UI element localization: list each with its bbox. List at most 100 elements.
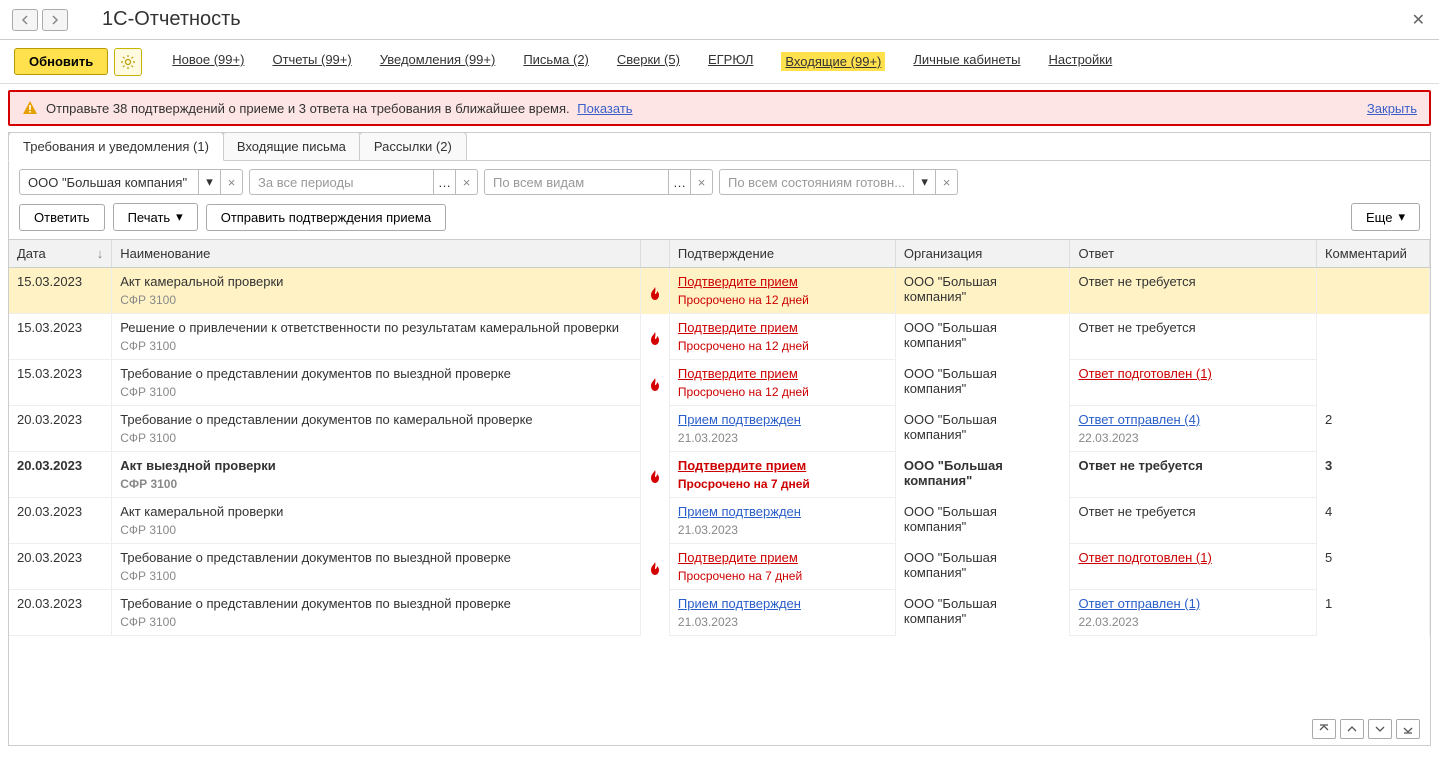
confirmation-link[interactable]: Прием подтвержден [678,596,801,611]
toolbar-link-0[interactable]: Новое (99+) [172,52,244,71]
cell-date: 20.03.2023 [9,498,112,522]
state-filter[interactable]: По всем состояниям готовн... [719,169,914,195]
table-row-sub[interactable]: СФР 3100Просрочено на 12 дней [9,383,1430,406]
answer-link[interactable]: Ответ подготовлен (1) [1078,550,1211,565]
cell-date: 20.03.2023 [9,590,112,614]
cell-overdue [641,498,670,544]
reply-button[interactable]: Ответить [19,204,105,231]
table-row[interactable]: 20.03.2023Требование о представлении док… [9,544,1430,568]
col-com-header[interactable]: Комментарий [1316,240,1429,268]
cell-overdue [641,314,670,360]
org-filter-dropdown[interactable]: ▾ [199,169,221,195]
col-flame-header[interactable] [641,240,670,268]
col-org-header[interactable]: Организация [895,240,1070,268]
nav-back-button[interactable] [12,9,38,31]
toolbar-link-8[interactable]: Настройки [1049,52,1113,71]
table-row-sub[interactable]: СФР 3100Просрочено на 7 дней [9,475,1430,498]
toolbar-link-5[interactable]: ЕГРЮЛ [708,52,753,71]
cell-overdue [641,360,670,406]
cell-ans: Ответ отправлен (4) [1070,406,1317,430]
alert-close-link[interactable]: Закрыть [1367,101,1417,116]
tab-2[interactable]: Рассылки (2) [359,132,467,160]
nav-forward-button[interactable] [42,9,68,31]
cell-date: 20.03.2023 [9,452,112,476]
table-row[interactable]: 15.03.2023Акт камеральной проверкиПодтве… [9,268,1430,292]
more-button[interactable]: Еще▾ [1351,203,1420,231]
answer-link[interactable]: Ответ отправлен (1) [1078,596,1200,611]
cell-conf: Прием подтвержден [669,406,895,430]
table-row-sub[interactable]: СФР 3100Просрочено на 12 дней [9,291,1430,314]
tab-0[interactable]: Требования и уведомления (1) [8,132,224,161]
cell-overdue [641,268,670,314]
refresh-button[interactable]: Обновить [14,48,108,75]
confirmation-link[interactable]: Подтвердите прием [678,550,798,565]
table-row[interactable]: 20.03.2023Акт выездной проверки Подтверди… [9,452,1430,476]
cell-conf: Подтвердите прием [669,268,895,292]
org-filter[interactable]: ООО "Большая компания" [19,169,199,195]
cell-ans-sub [1070,337,1317,360]
toolbar-link-1[interactable]: Отчеты (99+) [272,52,351,71]
type-filter-clear[interactable]: × [691,169,713,195]
cell-conf: Подтвердите прием [669,544,895,568]
table-row-sub[interactable]: СФР 3100Просрочено на 12 дней [9,337,1430,360]
toolbar-link-4[interactable]: Сверки (5) [617,52,680,71]
table-row[interactable]: 20.03.2023Требование о представлении док… [9,590,1430,614]
toolbar-link-3[interactable]: Письма (2) [523,52,589,71]
answer-link[interactable]: Ответ отправлен (4) [1078,412,1200,427]
answer-link[interactable]: Ответ подготовлен (1) [1078,366,1211,381]
table-row-sub[interactable]: СФР 310021.03.202322.03.2023 [9,613,1430,636]
period-filter-clear[interactable]: × [456,169,478,195]
period-filter-dropdown[interactable]: … [434,169,456,195]
cell-ans-sub [1070,567,1317,590]
confirmation-link[interactable]: Подтвердите прием [678,366,798,381]
settings-gear-button[interactable] [114,48,142,76]
state-filter-dropdown[interactable]: ▾ [914,169,936,195]
confirmation-link[interactable]: Подтвердите прием [678,458,806,473]
cell-overdue [641,590,670,636]
col-date-header[interactable]: Дата↓ [9,240,112,268]
cell-sub: СФР 3100 [112,429,641,452]
scroll-bottom-button[interactable] [1396,719,1420,739]
confirmation-link[interactable]: Прием подтвержден [678,412,801,427]
scroll-up-button[interactable] [1340,719,1364,739]
cell-name: Акт камеральной проверки [112,268,641,292]
cell-ans-sub [1070,383,1317,406]
scroll-down-button[interactable] [1368,719,1392,739]
table-row-sub[interactable]: СФР 310021.03.202322.03.2023 [9,429,1430,452]
scroll-top-button[interactable] [1312,719,1336,739]
warning-icon [22,100,38,116]
table-row-sub[interactable]: СФР 3100Просрочено на 7 дней [9,567,1430,590]
toolbar-link-7[interactable]: Личные кабинеты [913,52,1020,71]
chevron-down-icon: ▾ [1398,209,1405,225]
confirmation-link[interactable]: Подтвердите прием [678,320,798,335]
sort-indicator: ↓ [97,246,104,261]
print-button[interactable]: Печать▾ [113,203,198,231]
org-filter-clear[interactable]: × [221,169,243,195]
cell-sub: СФР 3100 [112,567,641,590]
confirmation-link[interactable]: Прием подтвержден [678,504,801,519]
close-button[interactable]: ✕ [1412,10,1425,30]
cell-name: Акт выездной проверки [112,452,641,476]
tab-1[interactable]: Входящие письма [222,132,361,160]
cell-conf-sub: 21.03.2023 [669,613,895,636]
send-confirmations-button[interactable]: Отправить подтверждения приема [206,204,446,231]
table-row-sub[interactable]: СФР 310021.03.2023 [9,521,1430,544]
type-filter[interactable]: По всем видам [484,169,669,195]
cell-name: Требование о представлении документов по… [112,544,641,568]
toolbar-link-2[interactable]: Уведомления (99+) [380,52,496,71]
state-filter-clear[interactable]: × [936,169,958,195]
col-name-header[interactable]: Наименование [112,240,641,268]
alert-show-link[interactable]: Показать [577,101,632,116]
confirmation-link[interactable]: Подтвердите прием [678,274,798,289]
period-filter[interactable]: За все периоды [249,169,434,195]
table-row[interactable]: 15.03.2023Решение о привлечении к ответс… [9,314,1430,338]
table-row[interactable]: 20.03.2023Требование о представлении док… [9,406,1430,430]
cell-org: ООО "Большая компания" [895,406,1070,452]
table-row[interactable]: 15.03.2023Требование о представлении док… [9,360,1430,384]
toolbar-link-6[interactable]: Входящие (99+) [781,52,885,71]
col-conf-header[interactable]: Подтверждение [669,240,895,268]
type-filter-dropdown[interactable]: … [669,169,691,195]
table-row[interactable]: 20.03.2023Акт камеральной проверкиПрием … [9,498,1430,522]
col-ans-header[interactable]: Ответ [1070,240,1317,268]
cell-date: 15.03.2023 [9,360,112,384]
